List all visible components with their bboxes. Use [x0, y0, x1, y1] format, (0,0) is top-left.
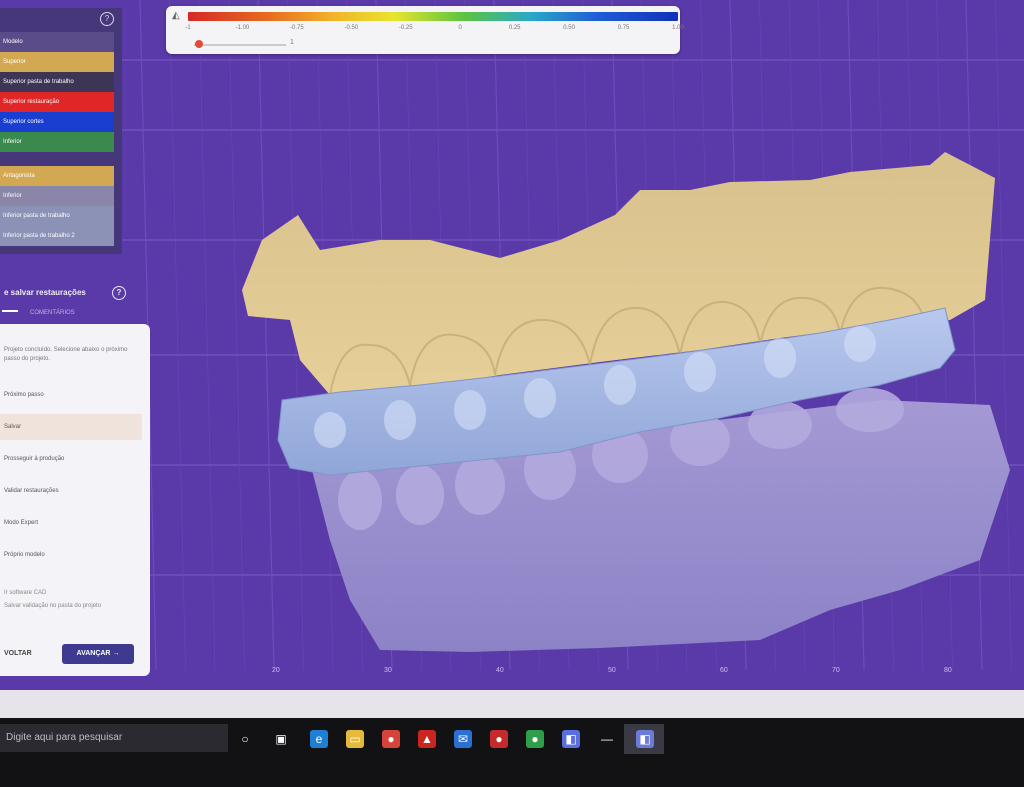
scale-slider-handle[interactable] — [194, 40, 203, 48]
x-axis-ticks: 20 30 40 50 60 70 80 — [272, 667, 952, 674]
tab-main[interactable] — [2, 310, 18, 312]
scale-tick-label: -1.00 — [235, 25, 250, 31]
layers-panel: ? Modelo Superior Superior pasta de trabal… — [0, 8, 122, 254]
layer-item[interactable]: Inferior — [0, 186, 114, 206]
3d-viewport[interactable]: 20 30 40 50 60 70 80 ◭ -1 -1.00 -0.75 -0… — [0, 0, 1024, 690]
help-icon[interactable]: ? — [112, 286, 126, 300]
x-axis-tick-label: 60 — [720, 667, 728, 674]
cortana-icon[interactable]: ○ — [236, 730, 254, 748]
scale-tick-label: -1 — [185, 25, 191, 31]
scale-tick-label: 0 — [458, 25, 462, 31]
layer-item[interactable]: Inferior pasta de trabalho — [0, 206, 114, 226]
scale-settings-icon[interactable]: ◭ — [172, 10, 180, 21]
acrobat-icon[interactable]: ▲ — [418, 730, 436, 748]
workflow-tabs: COMENTÁRIOS — [0, 310, 146, 324]
media-player-icon[interactable]: ● — [490, 730, 508, 748]
grid-line-minor — [965, 0, 983, 671]
scale-tick-label: 0.25 — [508, 25, 521, 31]
workflow-description: Projeto concluído. Selecione abaixo o pr… — [4, 347, 128, 362]
window-bottom-edge — [0, 690, 1024, 718]
scale-slider-value: 1 — [290, 39, 294, 46]
workflow-option[interactable]: Modo Expert — [0, 510, 142, 536]
scale-slider-track[interactable] — [194, 44, 286, 46]
grid-line-minor — [169, 0, 186, 671]
save-validation-note[interactable]: Salvar validação no pasta do projeto — [4, 603, 101, 609]
cad-app-active-icon[interactable]: ◧ — [636, 730, 654, 748]
workflow-option[interactable]: Prosseguir à produção — [0, 446, 142, 472]
layer-item[interactable]: Inferior pasta de trabalho 2 — [0, 226, 114, 246]
deviation-color-scale: ◭ -1 -1.00 -0.75 -0.50 -0.25 0 0.25 0.50 0.75 1.0… — [166, 6, 684, 54]
tab-comments[interactable]: COMENTÁRIOS — [30, 310, 75, 316]
viewport-canvas[interactable]: 20 30 40 50 60 70 80 — [0, 0, 1024, 690]
help-icon[interactable]: ? — [100, 12, 114, 26]
cad-software-link[interactable]: Ir software CAD — [4, 590, 46, 596]
layer-item[interactable]: Superior pasta de trabalho — [0, 72, 114, 92]
layer-item[interactable]: Inferior — [0, 132, 114, 152]
arrow-right-icon: → — [112, 650, 120, 657]
x-axis-tick-label: 70 — [832, 667, 840, 674]
layer-item[interactable]: Superior restauração — [0, 92, 114, 112]
workflow-option[interactable]: Próximo passo — [0, 382, 142, 408]
file-explorer-icon[interactable]: ▭ — [346, 730, 364, 748]
grid-line-minor — [198, 0, 216, 671]
scale-tick-label: -0.50 — [344, 25, 359, 31]
scale-tick-labels: -1 -1.00 -0.75 -0.50 -0.25 0 0.25 0.50 0.75 1.00 — [185, 25, 684, 35]
scale-tick-label: -0.75 — [290, 25, 304, 31]
scale-tick-label: 0.50 — [563, 25, 575, 31]
mail-icon[interactable]: ✉ — [454, 730, 472, 748]
workflow-panel: Projeto concluído. Selecione abaixo o pr… — [0, 324, 150, 676]
x-axis-tick-label: 40 — [496, 667, 504, 674]
layer-item[interactable]: Superior — [0, 52, 114, 72]
color-gradient-bar — [188, 12, 678, 21]
back-button[interactable]: VOLTAR — [4, 650, 32, 657]
layer-item[interactable]: Modelo — [0, 32, 114, 52]
grid-line-minor — [228, 0, 245, 671]
next-button[interactable]: AVANÇAR → — [62, 644, 134, 664]
windows-taskbar: Digite aqui para pesquisar ○ ▣ e ▭ ● ▲ ✉ ● ● ◧ — ◧ — [0, 718, 1024, 787]
task-view-icon[interactable]: ▣ — [272, 730, 290, 748]
next-button-label: AVANÇAR — [76, 650, 111, 657]
grid-line-minor — [995, 0, 1012, 671]
x-axis-tick-label: 20 — [272, 667, 280, 674]
workflow-option[interactable]: Próprio modelo — [0, 542, 142, 568]
layer-item[interactable]: Antagonista — [0, 166, 114, 186]
workflow-panel-title: e salvar restaurações ? — [0, 282, 144, 304]
scale-tick-label: 1.00 — [672, 25, 684, 31]
chrome-icon[interactable]: ● — [382, 730, 400, 748]
panel-title-text: e salvar restaurações — [4, 288, 86, 297]
x-axis-tick-label: 30 — [384, 667, 392, 674]
minimize-icon[interactable]: — — [598, 730, 616, 748]
layer-item[interactable]: Superior cortes — [0, 112, 114, 132]
x-axis-tick-label: 50 — [608, 667, 616, 674]
edge-icon[interactable]: e — [310, 730, 328, 748]
taskbar-search-input[interactable]: Digite aqui para pesquisar — [0, 724, 228, 752]
scale-tick-label: -0.25 — [398, 25, 413, 31]
x-axis-tick-label: 80 — [944, 667, 952, 674]
grid-line-minor — [257, 0, 275, 671]
workflow-option[interactable]: Salvar — [0, 414, 142, 440]
cad-app-icon[interactable]: ◧ — [562, 730, 580, 748]
workflow-option[interactable]: Validar restaurações — [0, 478, 142, 504]
scale-tick-label: 0.75 — [617, 25, 630, 31]
chrome-alt-icon[interactable]: ● — [526, 730, 544, 748]
